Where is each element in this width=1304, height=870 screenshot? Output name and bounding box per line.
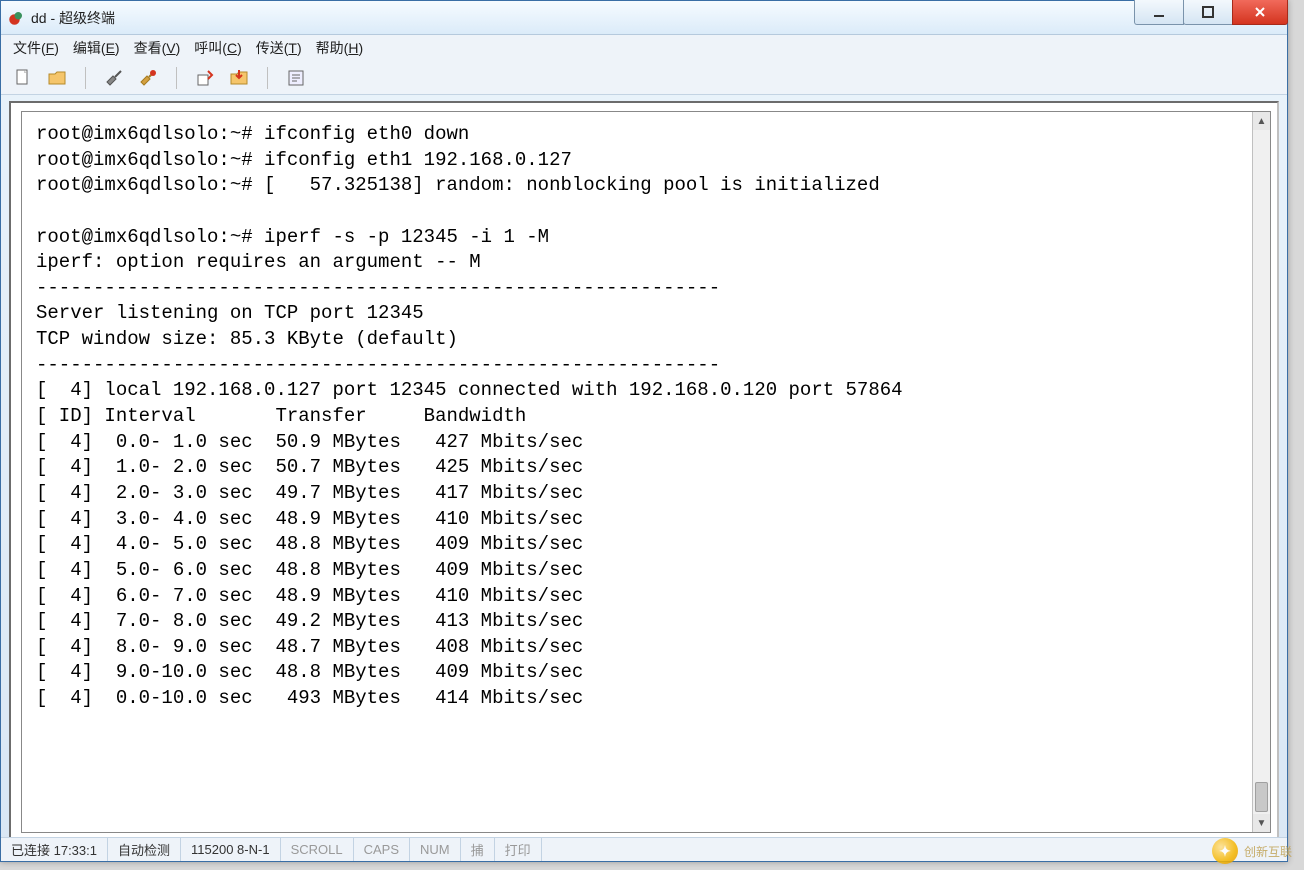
- titlebar[interactable]: dd - 超级终端: [1, 1, 1287, 35]
- minimize-button[interactable]: [1134, 0, 1184, 25]
- disconnect-icon[interactable]: [138, 68, 158, 88]
- send-icon[interactable]: [195, 68, 215, 88]
- menu-help[interactable]: 帮助(H): [316, 38, 363, 58]
- menu-edit[interactable]: 编辑(E): [73, 38, 120, 58]
- open-icon[interactable]: [47, 68, 67, 88]
- connect-icon[interactable]: [104, 68, 124, 88]
- status-print: 打印: [495, 838, 542, 861]
- maximize-button[interactable]: [1183, 0, 1233, 25]
- terminal-output: root@imx6qdlsolo:~# ifconfig eth0 down r…: [22, 112, 1270, 722]
- status-scroll: SCROLL: [281, 838, 354, 861]
- toolbar: [1, 61, 1287, 95]
- app-window: dd - 超级终端 文件(F) 编辑(E) 查看(V) 呼叫(C) 传送(T) …: [0, 0, 1288, 862]
- status-connected: 已连接 17:33:1: [1, 838, 108, 861]
- status-caps: CAPS: [354, 838, 410, 861]
- watermark: ✦ 创新互联: [1212, 838, 1292, 864]
- status-serial: 115200 8-N-1: [181, 838, 281, 861]
- toolbar-separator: [85, 67, 86, 89]
- close-button[interactable]: [1232, 0, 1288, 25]
- new-doc-icon[interactable]: [13, 68, 33, 88]
- scroll-thumb[interactable]: [1255, 782, 1268, 812]
- status-autodetect: 自动检测: [108, 838, 181, 861]
- scroll-down-icon[interactable]: ▼: [1253, 814, 1270, 832]
- menu-call[interactable]: 呼叫(C): [194, 38, 241, 58]
- watermark-text: 创新互联: [1244, 843, 1292, 860]
- toolbar-separator: [176, 67, 177, 89]
- menu-file[interactable]: 文件(F): [13, 38, 59, 58]
- window-title: dd - 超级终端: [31, 8, 115, 28]
- menu-transfer[interactable]: 传送(T): [256, 38, 302, 58]
- terminal[interactable]: root@imx6qdlsolo:~# ifconfig eth0 down r…: [21, 111, 1271, 833]
- menu-view[interactable]: 查看(V): [134, 38, 181, 58]
- toolbar-separator: [267, 67, 268, 89]
- statusbar: 已连接 17:33:1 自动检测 115200 8-N-1 SCROLL CAP…: [1, 837, 1287, 861]
- scroll-up-icon[interactable]: ▲: [1253, 112, 1270, 130]
- status-num: NUM: [410, 838, 461, 861]
- app-icon: [7, 9, 25, 27]
- terminal-frame: root@imx6qdlsolo:~# ifconfig eth0 down r…: [9, 101, 1279, 841]
- vertical-scrollbar[interactable]: ▲ ▼: [1252, 112, 1270, 832]
- status-capture: 捕: [461, 838, 495, 861]
- receive-icon[interactable]: [229, 68, 249, 88]
- watermark-icon: ✦: [1212, 838, 1238, 864]
- menubar: 文件(F) 编辑(E) 查看(V) 呼叫(C) 传送(T) 帮助(H): [1, 35, 1287, 61]
- properties-icon[interactable]: [286, 68, 306, 88]
- window-controls: [1135, 0, 1288, 25]
